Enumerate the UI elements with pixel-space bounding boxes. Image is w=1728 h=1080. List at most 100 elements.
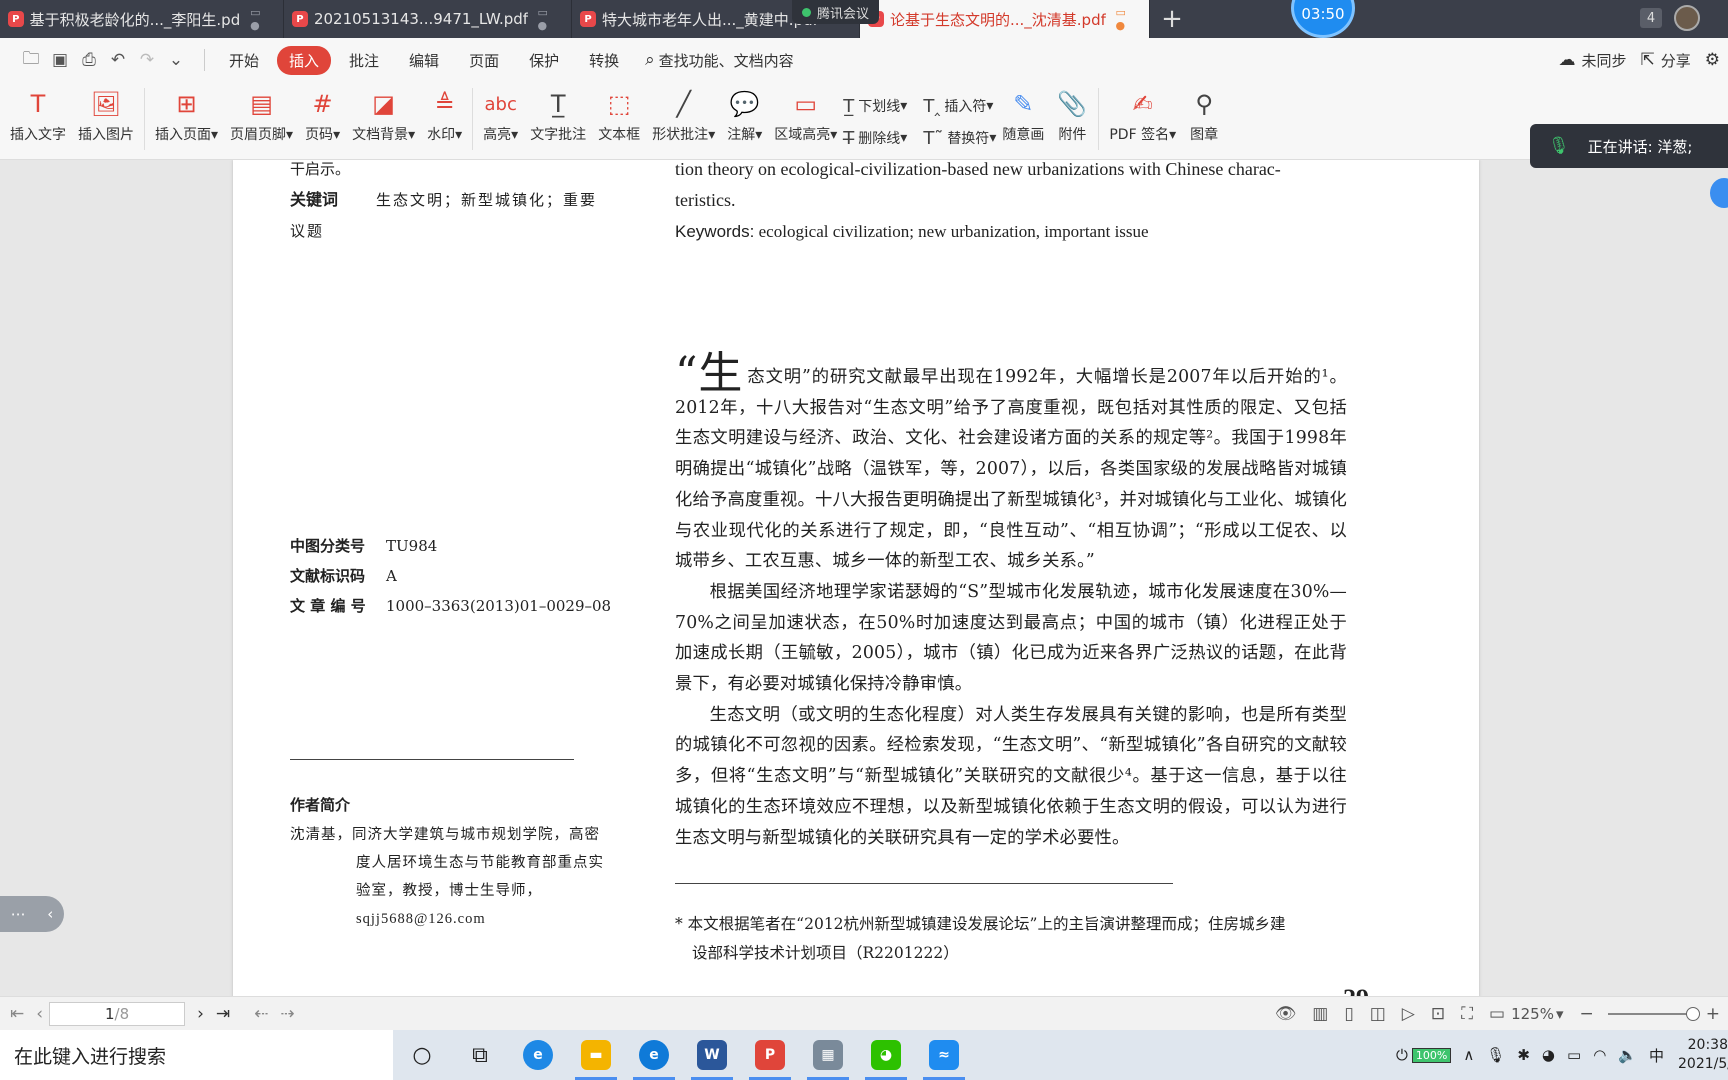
underline-icon: T̲: [843, 95, 855, 117]
actual-size-icon[interactable]: ⊡: [1431, 1004, 1445, 1024]
wifi-icon[interactable]: ◠: [1593, 1046, 1606, 1064]
menu-start[interactable]: 开始: [217, 46, 271, 75]
document-viewport[interactable]: 干启示。 关键词 生态文明；新型城镇化；重要 议题 中图分类号 TU984 文献标…: [0, 160, 1728, 996]
search-label: 查找功能、文档内容: [658, 51, 794, 70]
two-page-view-icon[interactable]: ◫: [1370, 1004, 1386, 1024]
cortana-icon[interactable]: ○: [393, 1030, 451, 1080]
word-icon[interactable]: W: [683, 1030, 741, 1080]
ime-indicator[interactable]: 中: [1649, 1045, 1664, 1066]
collapsed-side-panel[interactable]: ⋯ ‹: [0, 896, 64, 932]
feature-search[interactable]: ⌕ 查找功能、文档内容: [645, 50, 794, 71]
ie-browser-icon[interactable]: e: [509, 1030, 567, 1080]
microphone-tray-icon[interactable]: 🎙: [1486, 1046, 1505, 1064]
status-bar: ⇤ ‹ 1/8 › ⇥ ⇠ ⇢ 👁 ▥ ▯ ◫ ▷ ⊡ ⛶ ▭ 125% ▾ −…: [0, 996, 1728, 1030]
last-page-icon[interactable]: ⇥: [216, 1004, 230, 1024]
annotation-button[interactable]: 💬 注解▾: [721, 82, 768, 144]
insert-page-button[interactable]: ⊞ 插入页面▾: [149, 82, 224, 144]
shape-comment-button[interactable]: ╱ 形状批注▾: [646, 82, 721, 144]
play-icon[interactable]: ▷: [1402, 1004, 1415, 1024]
zoom-slider-knob[interactable]: [1685, 1007, 1700, 1021]
pdf-sign-button[interactable]: ✍ PDF 签名▾: [1103, 82, 1182, 144]
user-avatar[interactable]: [1674, 5, 1700, 31]
volume-icon[interactable]: 🔈: [1618, 1046, 1637, 1064]
zoom-in-icon[interactable]: +: [1706, 1004, 1720, 1024]
sync-status[interactable]: 未同步: [1581, 50, 1626, 71]
area-highlight-icon: ▭: [794, 90, 818, 118]
strikethrough-button[interactable]: T̶ 删除线 ▾: [843, 122, 907, 154]
divider: [1098, 88, 1100, 150]
menu-edit[interactable]: 编辑: [397, 46, 451, 75]
pdf-app-icon[interactable]: P: [741, 1030, 799, 1080]
zoom-level[interactable]: 125%: [1511, 1005, 1554, 1023]
main-text-column: tion theory on ecological-civilization-b…: [675, 160, 1347, 968]
zoom-dropdown-icon[interactable]: ▾: [1556, 1005, 1564, 1023]
eye-icon[interactable]: 👁: [1275, 1004, 1297, 1024]
wechat-tray-icon[interactable]: ◕: [1542, 1046, 1555, 1064]
zoom-slider[interactable]: [1607, 1007, 1700, 1021]
doc-background-button[interactable]: ◪ 文档背景▾: [346, 82, 421, 144]
chevron-down-icon[interactable]: ⌄: [163, 47, 189, 73]
tab-doc-2[interactable]: P 20210513143...9471_LW.pdf ▭ ●: [284, 0, 572, 38]
menu-protect[interactable]: 保护: [517, 46, 571, 75]
watermark-button[interactable]: ≜ 水印▾: [421, 82, 468, 144]
next-page-icon[interactable]: ›: [197, 1004, 204, 1024]
folder-icon[interactable]: 🗀: [18, 47, 44, 73]
page-number-input[interactable]: 1/8: [49, 1001, 186, 1026]
file-explorer-icon[interactable]: ▬: [567, 1030, 625, 1080]
tab-count-badge[interactable]: 4: [1640, 8, 1662, 28]
edge-browser-icon[interactable]: e: [625, 1030, 683, 1080]
fit-width-icon[interactable]: ▭: [1489, 1004, 1505, 1024]
first-page-icon[interactable]: ⇤: [10, 1004, 24, 1024]
textbox-button[interactable]: ⬚ 文本框: [592, 82, 646, 144]
attachment-button[interactable]: 📎 附件: [1050, 82, 1094, 144]
battery-icon[interactable]: ▭: [1567, 1046, 1581, 1064]
menu-comment[interactable]: 批注: [337, 46, 391, 75]
undo-icon[interactable]: ↶: [105, 47, 131, 73]
back-view-icon[interactable]: ⇠: [254, 1004, 268, 1024]
task-view-icon[interactable]: ⧉: [451, 1030, 509, 1080]
battery-indicator[interactable]: 100%: [1411, 1047, 1452, 1063]
save-icon[interactable]: ▣: [47, 47, 73, 73]
cloud-icon[interactable]: ☁: [1558, 50, 1575, 70]
show-hidden-icons-icon[interactable]: ∧: [1463, 1046, 1474, 1064]
menu-insert[interactable]: 插入: [277, 45, 332, 75]
share-icon[interactable]: ⇱: [1640, 50, 1654, 70]
area-highlight-button[interactable]: ▭ 区域高亮▾: [768, 82, 843, 144]
settings-icon[interactable]: ⚙: [1705, 50, 1720, 70]
highlight-button[interactable]: abc 高亮▾: [477, 82, 524, 144]
wechat-icon[interactable]: ◕: [857, 1030, 915, 1080]
menu-convert[interactable]: 转换: [577, 46, 631, 75]
windows-search-box[interactable]: 在此键入进行搜索: [0, 1030, 393, 1080]
share-button[interactable]: 分享: [1661, 50, 1691, 71]
text-comment-button[interactable]: T̲ 文字批注: [524, 82, 592, 144]
freehand-button[interactable]: ✎ 随意画: [996, 82, 1050, 144]
print-icon[interactable]: ⎙: [76, 47, 102, 73]
insert-text-button[interactable]: T 插入文字: [4, 82, 72, 144]
body-text[interactable]: “生 态文明”的研究文献最早出现在1992年，大幅增长是2007年以后开始的¹。2…: [675, 352, 1347, 853]
meeting-indicator[interactable]: 腾讯会议: [792, 0, 880, 24]
background-icon: ◪: [372, 90, 395, 118]
zoom-out-icon[interactable]: −: [1580, 1004, 1594, 1024]
clock[interactable]: 20:38 2021/5/: [1678, 1036, 1728, 1074]
meeting-app-icon[interactable]: ≈: [915, 1030, 973, 1080]
bluetooth-icon[interactable]: ✱: [1517, 1046, 1530, 1064]
forward-view-icon[interactable]: ⇢: [280, 1004, 294, 1024]
underline-button[interactable]: T̲ 下划线 ▾: [843, 90, 907, 122]
insert-image-button[interactable]: 🖼 插入图片: [72, 82, 140, 144]
photos-app-icon[interactable]: ▦: [799, 1030, 857, 1080]
replace-mark-button[interactable]: T˜ 替换符 ▾: [923, 122, 996, 154]
menu-page[interactable]: 页面: [457, 46, 511, 75]
page-number-button[interactable]: # 页码▾: [299, 82, 346, 144]
single-page-view-icon[interactable]: ▥: [1312, 1004, 1328, 1024]
prev-page-icon[interactable]: ‹: [36, 1004, 43, 1024]
power-plug-icon[interactable]: ⏻: [1396, 1046, 1408, 1064]
new-tab-button[interactable]: +: [1150, 0, 1194, 38]
continuous-view-icon[interactable]: ▯: [1344, 1004, 1353, 1024]
insert-mark-button[interactable]: T‸ 插入符 ▾: [923, 90, 996, 122]
header-footer-button[interactable]: ▤ 页眉页脚▾: [224, 82, 299, 144]
tab-doc-4-active[interactable]: P 论基于生态文明的..._沈清基.pdf ▭ ●: [860, 0, 1150, 38]
fit-page-icon[interactable]: ⛶: [1461, 1004, 1473, 1024]
redo-icon[interactable]: ↷: [134, 47, 160, 73]
stamp-button[interactable]: ⚲ 图章: [1182, 82, 1226, 144]
tab-doc-1[interactable]: P 基于积极老龄化的..._李阳生.pdf ▭ ●: [0, 0, 284, 38]
